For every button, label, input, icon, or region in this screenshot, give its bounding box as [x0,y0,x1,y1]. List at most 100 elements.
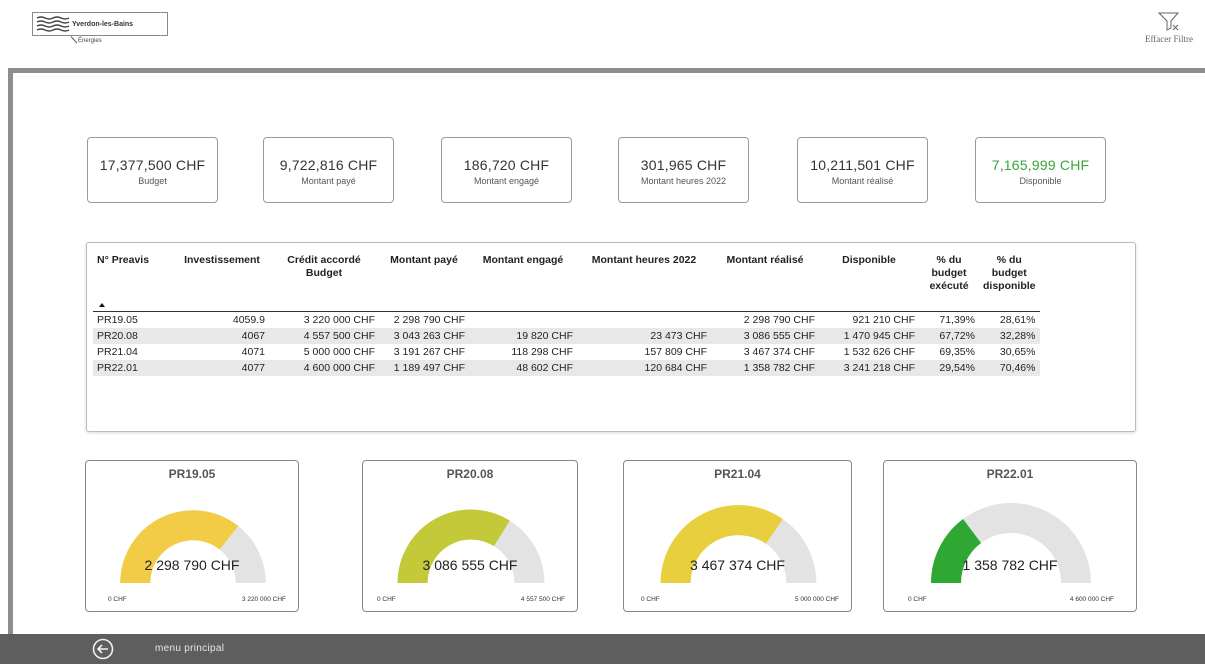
cell-montant-paye: 3 043 263 CHF [393,329,465,342]
col-header-pct-disponible[interactable]: % du budget disponible [979,251,1040,311]
gauge-max-label: 3 220 000 CHF [241,596,286,603]
cell-pct-disponible: 32,28% [999,329,1036,342]
table-row[interactable]: PR19.05 4059.9 3 220 000 CHF 2 298 790 C… [93,311,1040,328]
gauge-value: 3 086 555 CHF [422,557,518,573]
cell-montant-engage [469,311,577,328]
kpi-card-montant-heures: 301,965 CHF Montant heures 2022 [618,137,749,203]
gauge-value: 2 298 790 CHF [144,557,240,573]
gauge-card: PR22.01 1 358 782 CHF 0 CHF 4 600 000 CH… [883,460,1137,612]
kpi-value: 301,965 CHF [640,157,727,173]
kpi-card-montant-engage: 186,720 CHF Montant engagé [441,137,572,203]
cell-preavis: PR20.08 [97,329,138,342]
gauge-title: PR19.05 [168,467,216,481]
gauge-card: PR20.08 3 086 555 CHF 0 CHF 4 557 500 CH… [362,460,578,612]
table-row[interactable]: PR20.08 4067 4 557 500 CHF 3 043 263 CHF… [93,327,1040,344]
sort-ascending-icon[interactable] [99,303,105,307]
cell-montant-heures: 157 809 CHF [644,345,707,358]
cell-preavis: PR19.05 [97,313,138,326]
col-header-disponible[interactable]: Disponible [819,251,919,311]
cell-pct-execute: 67,72% [939,329,975,342]
cell-montant-paye: 3 191 267 CHF [393,345,465,358]
gauge-title: PR22.01 [986,467,1034,481]
logo-subtitle: Énergies [78,38,102,44]
cell-preavis: PR22.01 [97,361,138,374]
kpi-label: Budget [138,176,167,186]
cell-pct-execute: 71,39% [939,313,975,326]
cell-disponible: 1 470 945 CHF [843,329,915,342]
kpi-label: Montant engagé [473,176,540,186]
gauge-card: PR19.05 2 298 790 CHF 0 CHF 3 220 000 CH… [85,460,299,612]
cell-montant-engage: 48 602 CHF [516,361,573,374]
gauge-min-label: 0 CHF [108,596,127,603]
cell-disponible: 3 241 218 CHF [843,361,915,374]
gauge-max-label: 4 600 000 CHF [1069,596,1114,603]
kpi-label: Disponible [1019,176,1062,186]
cell-montant-realise: 3 467 374 CHF [743,345,815,358]
gauge-value: 3 467 374 CHF [690,557,785,573]
preavis-table-panel: N° Preavis Investissement Crédit accordé… [86,242,1136,432]
logo-divider [70,36,78,44]
table-row[interactable]: PR21.04 4071 5 000 000 CHF 3 191 267 CHF… [93,344,1040,360]
gauge-fill [120,510,239,584]
kpi-card-montant-paye: 9,722,816 CHF Montant payé [263,137,394,203]
cell-montant-heures: 120 684 CHF [644,361,707,374]
kpi-card-disponible: 7,165,999 CHF Disponible [975,137,1106,203]
kpi-card-montant-realise: 10,211,501 CHF Montant réalisé [797,137,928,203]
waves-icon [36,16,70,32]
gauge-title: PR21.04 [714,467,761,481]
cell-montant-realise: 2 298 790 CHF [743,313,815,326]
logo-name: Yverdon-les-Bains [72,20,134,28]
cell-investissement: 4067 [241,329,265,342]
cell-investissement: 4071 [241,345,265,358]
cell-credit-budget: 4 557 500 CHF [303,329,375,342]
gauge-fill [397,509,510,584]
gauge-max-label: 5 000 000 CHF [794,596,839,603]
filter-clear-icon [1158,12,1180,31]
arrow-left-circle-icon[interactable] [92,638,114,660]
gauge-max-label: 4 557 500 CHF [520,596,565,603]
col-header-preavis[interactable]: N° Preavis [93,251,175,311]
cell-pct-disponible: 70,46% [999,361,1036,374]
kpi-label: Montant payé [301,176,356,186]
cell-montant-paye: 2 298 790 CHF [393,313,465,326]
table-row[interactable]: PR22.01 4077 4 600 000 CHF 1 189 497 CHF… [93,359,1040,376]
col-header-investissement[interactable]: Investissement [175,251,269,311]
gauge-min-label: 0 CHF [377,596,396,603]
cell-pct-disponible: 28,61% [999,313,1036,326]
cell-montant-paye: 1 189 497 CHF [393,361,465,374]
gauge-fill [660,505,783,584]
kpi-label: Montant réalisé [831,176,894,186]
col-header-montant-engage[interactable]: Montant engagé [469,251,577,311]
col-header-pct-execute[interactable]: % du budget exécuté [919,251,979,311]
col-header-credit-budget[interactable]: Crédit accordé Budget [269,251,379,311]
footer-bar: menu principal [0,634,1205,664]
cell-disponible: 1 532 626 CHF [843,345,915,358]
frame-top-bar [8,68,1205,73]
dashboard: Yverdon-les-Bains Énergies Effacer Filtr… [0,0,1205,664]
main-menu-link[interactable]: menu principal [155,643,224,654]
cell-montant-heures [577,311,711,328]
col-header-montant-realise[interactable]: Montant réalisé [711,251,819,311]
cell-disponible: 921 210 CHF [852,313,915,326]
cell-pct-execute: 29,54% [939,361,975,374]
preavis-table: N° Preavis Investissement Crédit accordé… [93,251,1040,376]
clear-filter-button[interactable]: Effacer Filtre [1139,12,1199,44]
cell-montant-realise: 3 086 555 CHF [743,329,815,342]
gauge-card: PR21.04 3 467 374 CHF 0 CHF 5 000 000 CH… [623,460,852,612]
col-header-montant-heures[interactable]: Montant heures 2022 [577,251,711,311]
cell-montant-heures: 23 473 CHF [650,329,707,342]
cell-pct-disponible: 30,65% [999,345,1036,358]
kpi-value: 186,720 CHF [463,157,550,173]
gauge-value: 1 358 782 CHF [962,557,1058,573]
cell-credit-budget: 3 220 000 CHF [303,313,375,326]
kpi-card-budget: 17,377,500 CHF Budget [87,137,218,203]
cell-credit-budget: 5 000 000 CHF [303,345,375,358]
cell-credit-budget: 4 600 000 CHF [303,361,375,374]
kpi-value: 17,377,500 CHF [99,157,206,173]
col-header-montant-paye[interactable]: Montant payé [379,251,469,311]
cell-montant-realise: 1 358 782 CHF [743,361,815,374]
cell-investissement: 4077 [241,361,265,374]
gauge-min-label: 0 CHF [641,596,660,603]
table-header-row: N° Preavis Investissement Crédit accordé… [93,251,1040,311]
kpi-label: Montant heures 2022 [640,176,727,186]
